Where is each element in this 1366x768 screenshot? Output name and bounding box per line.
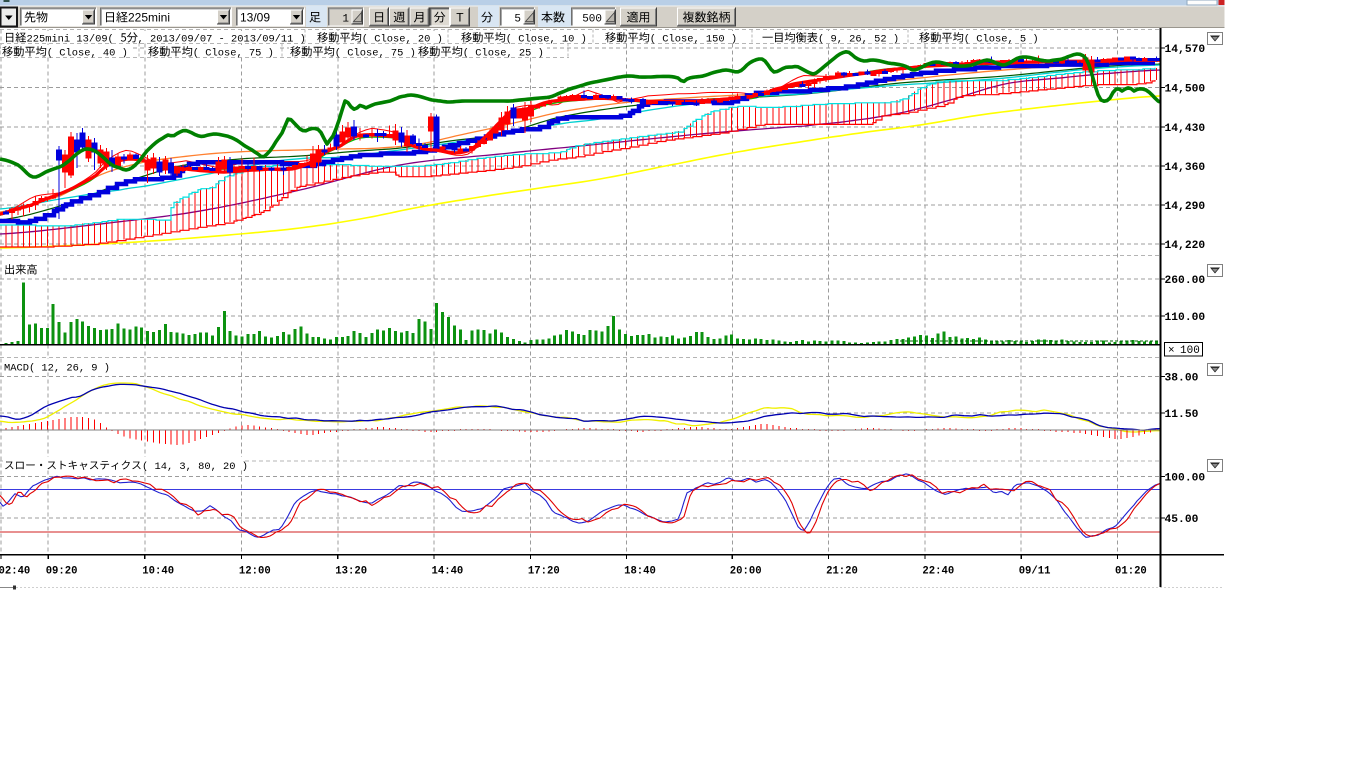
svg-text:13/09: 13/09 [240,11,270,25]
svg-text:45.00: 45.00 [1165,514,1199,526]
svg-text:5: 5 [514,14,521,26]
svg-text:260.00: 260.00 [1165,275,1206,287]
svg-text:14,430: 14,430 [1165,123,1206,135]
svg-text:20:00: 20:00 [730,566,762,578]
svg-text:( Close, 150 ): ( Close, 150 ) [650,34,737,46]
svg-text:14,500: 14,500 [1165,84,1206,96]
svg-text:( Close, 40 ): ( Close, 40 ) [47,48,128,60]
svg-text:14,290: 14,290 [1165,201,1206,213]
svg-text:225mini: 225mini [128,11,170,25]
svg-text:12:00: 12:00 [239,566,271,578]
svg-text:( 9, 26, 52 ): ( 9, 26, 52 ) [818,34,899,46]
svg-text:500: 500 [582,14,602,26]
svg-text:1: 1 [342,14,349,26]
svg-text:( Close, 10 ): ( Close, 10 ) [506,34,587,46]
svg-text:14,570: 14,570 [1165,44,1206,56]
svg-text:MACD( 12, 26, 9 ): MACD( 12, 26, 9 ) [4,363,110,375]
svg-text:09:20: 09:20 [46,566,78,578]
svg-text:17:20: 17:20 [528,566,560,578]
svg-text:( Close, 25 ): ( Close, 25 ) [463,48,544,60]
svg-text:( Close, 20 ): ( Close, 20 ) [362,34,443,46]
svg-text:10:40: 10:40 [142,566,174,578]
svg-text:38.00: 38.00 [1165,373,1199,385]
svg-text:22:40: 22:40 [922,566,954,578]
svg-text:225mini 13/09(: 225mini 13/09( [27,34,114,46]
svg-text:18:40: 18:40 [624,566,656,578]
svg-text:( Close, 75 ): ( Close, 75 ) [335,48,416,60]
svg-text:14,220: 14,220 [1165,240,1206,252]
svg-text:100: 100 [1180,345,1200,357]
svg-text:( Close, 75 ): ( Close, 75 ) [193,48,274,60]
svg-text:01:20: 01:20 [1115,566,1147,578]
svg-text:, 2013/09/07 - 2013/09/11 ): , 2013/09/07 - 2013/09/11 ) [138,34,306,46]
svg-text:14,360: 14,360 [1165,162,1206,174]
svg-text:21:20: 21:20 [826,566,858,578]
svg-text:110.00: 110.00 [1165,312,1206,324]
svg-text:11.50: 11.50 [1165,409,1199,421]
svg-text:( 14, 3, 80, 20 ): ( 14, 3, 80, 20 ) [142,461,248,473]
svg-text:×: × [1168,345,1175,357]
svg-text:100.00: 100.00 [1165,473,1206,485]
svg-text:T: T [456,11,464,25]
svg-text:02:40: 02:40 [0,566,30,578]
svg-text:14:40: 14:40 [432,566,464,578]
svg-text:09/11: 09/11 [1019,566,1051,578]
svg-text:( Close, 5 ): ( Close, 5 ) [964,34,1039,46]
svg-text:13:20: 13:20 [335,566,367,578]
